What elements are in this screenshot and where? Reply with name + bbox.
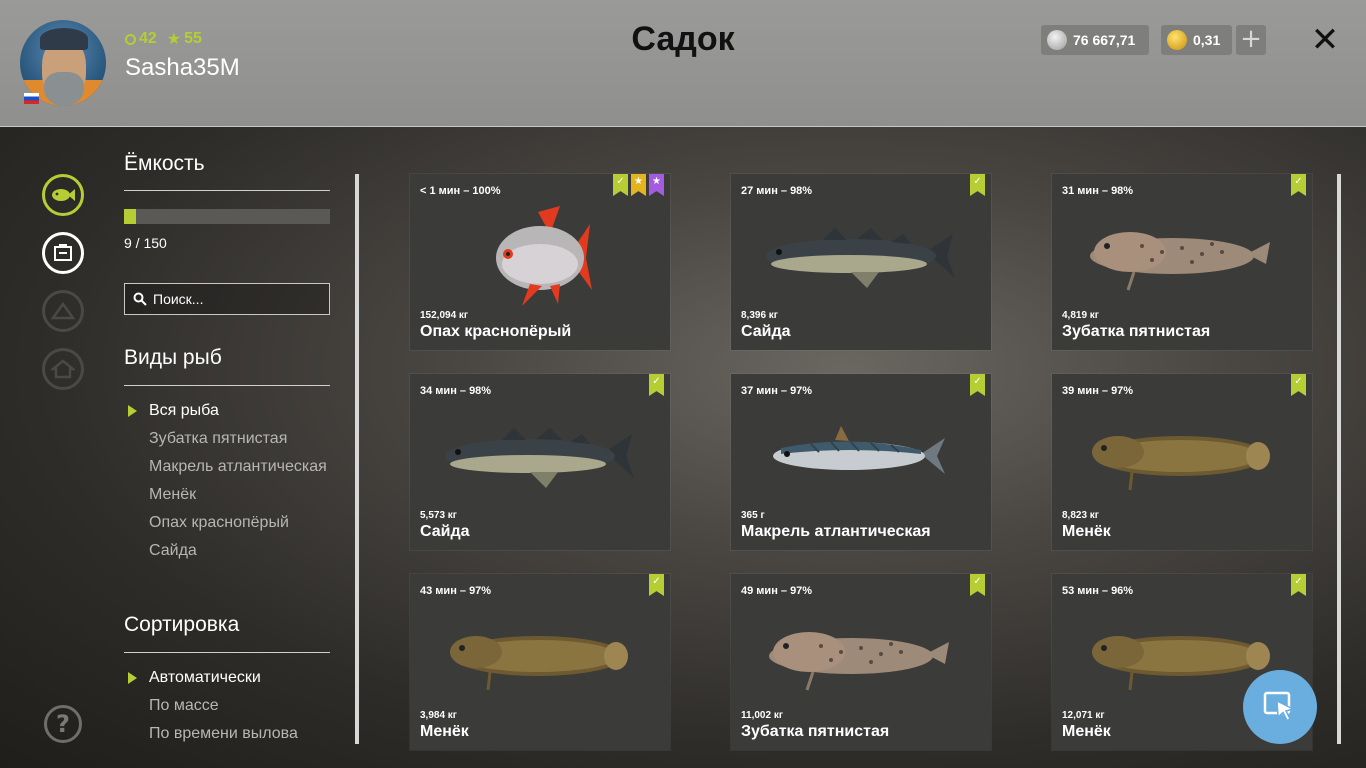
achievement-badges: ✓ [1291, 574, 1306, 596]
gold-coins-icon [1167, 30, 1187, 50]
species-filter-mackerel[interactable]: Макрель атлантическая [149, 458, 339, 476]
fish-card[interactable]: ✓ 27 мин – 98% 8,396 кг Сайда [731, 174, 991, 350]
fish-card[interactable]: ✓ 37 мин – 97% 365 г Макрель атлантическ… [731, 374, 991, 550]
catch-time-freshness: 34 мин – 98% [420, 385, 492, 397]
catch-time-freshness: 49 мин – 97% [741, 585, 813, 597]
sort-heading: Сортировка [124, 613, 240, 636]
help-button[interactable]: ? [44, 705, 82, 743]
fish-weight: 8,823 кг [1062, 510, 1099, 521]
divider [124, 652, 330, 653]
grid-scrollbar[interactable] [1337, 174, 1341, 744]
check-badge-icon: ✓ [1291, 174, 1306, 196]
achievement-badges: ✓ [970, 174, 985, 196]
add-currency-button[interactable]: + [1236, 25, 1266, 55]
sidebar-scrollbar[interactable] [355, 174, 359, 744]
fish-card[interactable]: ✓ 31 мин – 98% 4,819 кг Зубатка пятниста… [1052, 174, 1312, 350]
catch-time-freshness: 53 мин – 96% [1062, 585, 1134, 597]
search-icon [133, 292, 147, 306]
home-icon[interactable] [42, 348, 84, 390]
achievement-badges: ✓ [970, 374, 985, 396]
sort-auto[interactable]: Автоматически [128, 669, 339, 687]
catch-time-freshness: 27 мин – 98% [741, 185, 813, 197]
achievement-badges: ✓ [649, 374, 664, 396]
tent-icon[interactable] [42, 290, 84, 332]
check-badge-icon: ✓ [649, 374, 664, 396]
fish-weight: 365 г [741, 510, 765, 521]
catch-time-freshness: < 1 мин – 100% [420, 185, 501, 197]
species-filter-opah[interactable]: Опах краснопёрый [149, 514, 339, 532]
fish-weight: 5,573 кг [420, 510, 457, 521]
close-button[interactable]: ✕ [1308, 22, 1342, 58]
silver-balance: 76 667,71 [1041, 25, 1149, 55]
fish-name: Зубатка пятнистая [1062, 323, 1211, 340]
star-badge-icon: ★ [631, 174, 646, 196]
russia-flag-icon [24, 93, 39, 104]
check-badge-icon: ✓ [1291, 374, 1306, 396]
silver-coins-icon [1047, 30, 1067, 50]
species-filter-all[interactable]: Вся рыба [128, 402, 339, 420]
species-filter-pollock[interactable]: Сайда [149, 542, 339, 560]
gear-box-icon[interactable] [42, 232, 84, 274]
achievement-badges: ✓ [970, 574, 985, 596]
fish-weight: 12,071 кг [1062, 710, 1105, 721]
fish-name: Менёк [1062, 523, 1111, 540]
fish-name: Зубатка пятнистая [741, 723, 890, 740]
capacity-heading: Ёмкость [124, 152, 205, 175]
check-badge-icon: ✓ [970, 374, 985, 396]
fish-card[interactable]: ✓ 39 мин – 97% 8,823 кг Менёк [1052, 374, 1312, 550]
achievement-badges: ✓ ★ ★ [613, 174, 664, 196]
silver-amount: 76 667,71 [1073, 32, 1136, 48]
capacity-count: 9 / 150 [124, 235, 167, 251]
fish-weight: 11,002 кг [741, 710, 783, 721]
capacity-bar [124, 209, 330, 224]
check-badge-icon: ✓ [970, 174, 985, 196]
species-heading: Виды рыб [124, 346, 222, 369]
check-badge-icon: ✓ [613, 174, 628, 196]
gold-balance: 0,31 [1161, 25, 1232, 55]
search-placeholder: Поиск... [153, 291, 204, 307]
catch-time-freshness: 37 мин – 97% [741, 385, 813, 397]
species-filter-wolffish[interactable]: Зубатка пятнистая [149, 430, 339, 448]
cursor-select-icon [1263, 691, 1296, 722]
fish-name: Менёк [420, 723, 469, 740]
divider [124, 385, 330, 386]
fish-card[interactable]: ✓ 43 мин – 97% 3,984 кг Менёк [410, 574, 670, 750]
fish-name: Менёк [1062, 723, 1111, 740]
achievement-badges: ✓ [1291, 174, 1306, 196]
fish-weight: 152,094 кг [420, 310, 469, 321]
fish-name: Макрель атлантическая [741, 523, 931, 540]
catch-time-freshness: 43 мин – 97% [420, 585, 492, 597]
species-filter-tusk[interactable]: Менёк [149, 486, 339, 504]
fish-weight: 8,396 кг [741, 310, 778, 321]
capacity-fill [124, 209, 137, 224]
fish-card[interactable]: ✓ 49 мин – 97% 11,002 кг Зубатка пятнист… [731, 574, 991, 750]
check-badge-icon: ✓ [649, 574, 664, 596]
star-purple-badge-icon: ★ [649, 174, 664, 196]
search-input[interactable]: Поиск... [124, 283, 330, 315]
sort-by-time[interactable]: По времени вылова [149, 725, 339, 743]
species-filter-list: Вся рыба Зубатка пятнистая Макрель атлан… [128, 402, 339, 570]
sort-by-weight[interactable]: По массе [149, 697, 339, 715]
fish-name: Сайда [741, 323, 791, 340]
check-badge-icon: ✓ [970, 574, 985, 596]
top-bar: 42 ★ 55 Sasha35M Садок 76 667,71 0,31 + ✕ [0, 0, 1366, 127]
fish-name: Сайда [420, 523, 470, 540]
check-badge-icon: ✓ [1291, 574, 1306, 596]
fish-card[interactable]: ✓ ★ ★ < 1 мин – 100% 152,094 кг Опах красн… [410, 174, 670, 350]
keepnet-fish-icon[interactable] [42, 174, 84, 216]
fish-weight: 3,984 кг [420, 710, 457, 721]
catch-time-freshness: 31 мин – 98% [1062, 185, 1134, 197]
fish-weight: 4,819 кг [1062, 310, 1099, 321]
achievement-badges: ✓ [649, 574, 664, 596]
gold-amount: 0,31 [1193, 32, 1221, 48]
sort-options-list: Автоматически По массе По времени вылова [128, 669, 339, 753]
divider [124, 190, 330, 191]
select-mode-button[interactable] [1243, 670, 1317, 744]
achievement-badges: ✓ [1291, 374, 1306, 396]
fish-card[interactable]: ✓ 34 мин – 98% 5,573 кг Сайда [410, 374, 670, 550]
catch-time-freshness: 39 мин – 97% [1062, 385, 1134, 397]
fish-name: Опах краснопёрый [420, 323, 572, 340]
